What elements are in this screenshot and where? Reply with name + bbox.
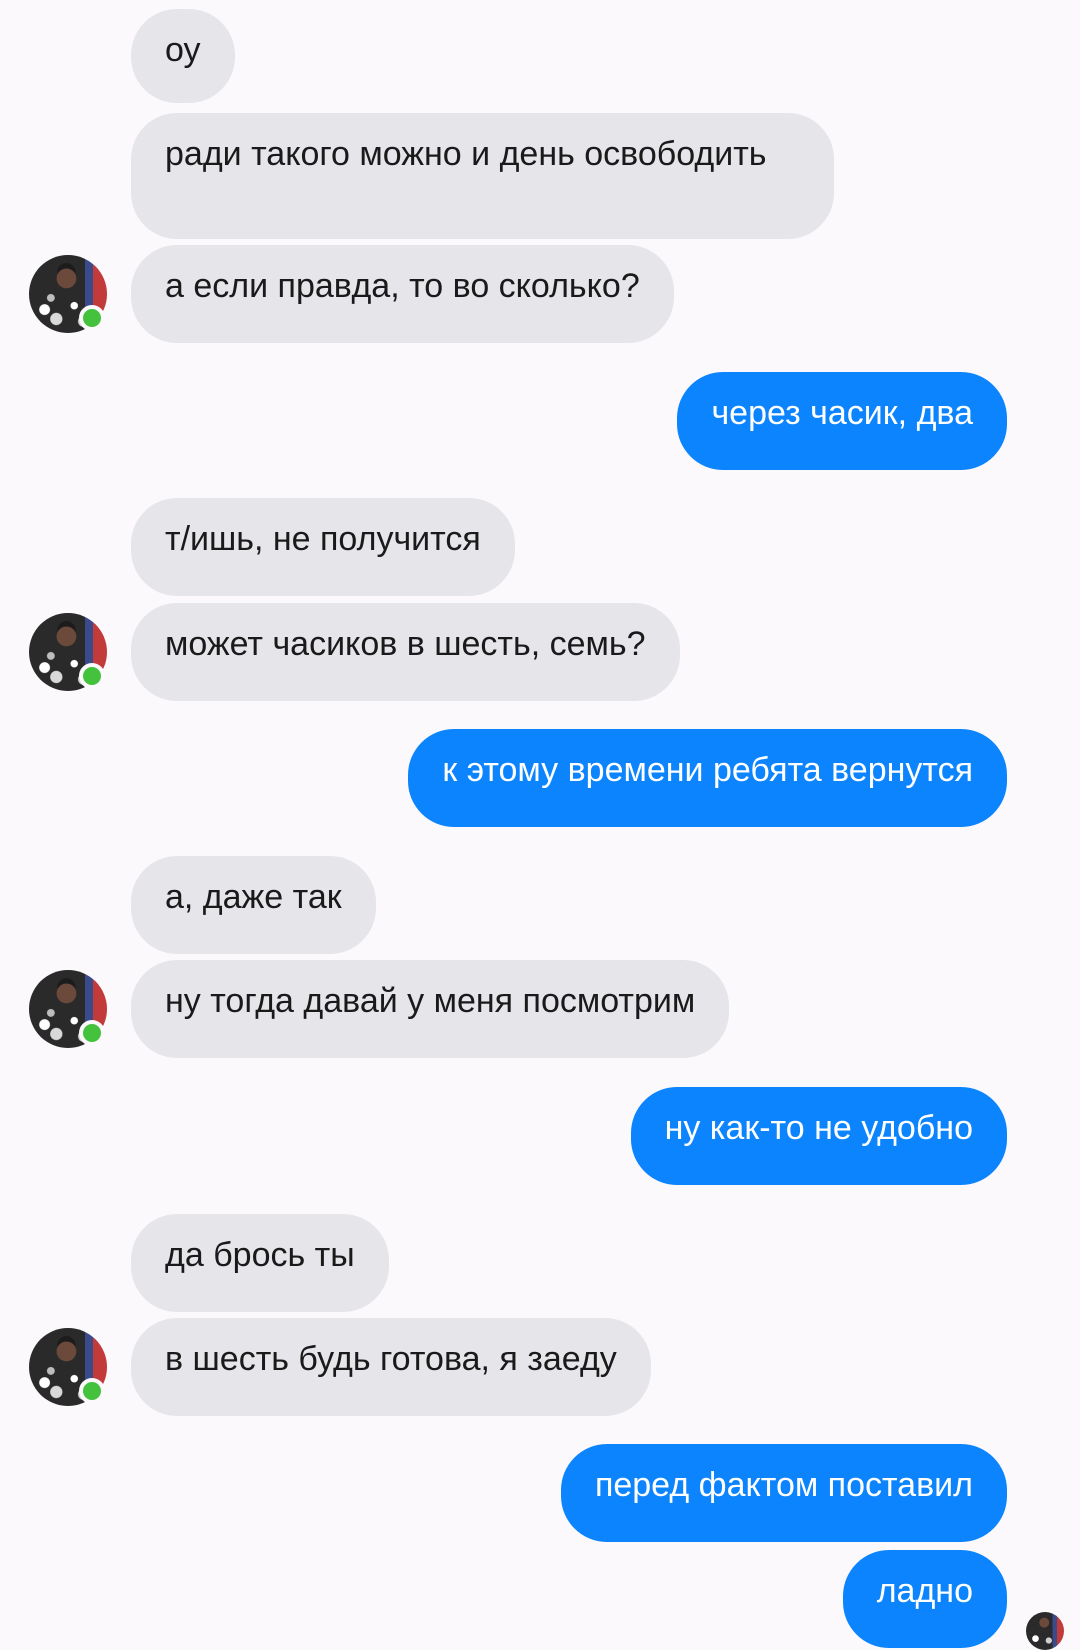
message-text: ради такого можно и день освободить xyxy=(165,135,767,173)
message-incoming[interactable]: а, даже так xyxy=(131,856,376,954)
message-text: а если правда, то во сколько? xyxy=(165,267,640,305)
contact-avatar[interactable] xyxy=(29,1328,107,1406)
message-outgoing[interactable]: к этому времени ребята вернутся xyxy=(408,729,1007,827)
message-outgoing[interactable]: перед фактом поставил xyxy=(560,1444,1007,1542)
message-text: через часик, два xyxy=(711,394,973,432)
message-incoming[interactable]: ради такого можно и день освободить xyxy=(131,113,834,239)
contact-avatar[interactable] xyxy=(29,970,107,1048)
online-indicator-icon xyxy=(79,1020,105,1046)
message-outgoing[interactable]: ладно xyxy=(842,1550,1007,1648)
online-indicator-icon xyxy=(79,663,105,689)
message-incoming[interactable]: т/ишь, не получится xyxy=(131,498,515,596)
message-incoming[interactable]: оу xyxy=(131,9,235,103)
message-thread[interactable]: оу ради такого можно и день освободить а… xyxy=(0,0,1080,1650)
contact-avatar[interactable] xyxy=(29,613,107,691)
message-incoming[interactable]: может часиков в шесть, семь? xyxy=(131,603,680,701)
message-text: оу xyxy=(165,31,201,69)
message-incoming[interactable]: в шесть будь готова, я заеду xyxy=(131,1318,651,1416)
message-text: да брось ты xyxy=(165,1236,355,1274)
message-incoming[interactable]: ну тогда давай у меня посмотрим xyxy=(131,960,730,1058)
message-text: в шесть будь готова, я заеду xyxy=(165,1340,617,1378)
message-outgoing[interactable]: ну как-то не удобно xyxy=(630,1087,1007,1185)
message-text: может часиков в шесть, семь? xyxy=(165,625,646,663)
message-text: ладно xyxy=(876,1572,973,1610)
message-text: к этому времени ребята вернутся xyxy=(442,751,973,789)
message-text: ну как-то не удобно xyxy=(664,1109,973,1147)
message-text: перед фактом поставил xyxy=(594,1466,973,1504)
online-indicator-icon xyxy=(79,305,105,331)
read-receipt-avatar-icon xyxy=(1026,1612,1064,1650)
message-text: ну тогда давай у меня посмотрим xyxy=(165,982,696,1020)
message-text: т/ишь, не получится xyxy=(165,520,481,558)
message-incoming[interactable]: а если правда, то во сколько? xyxy=(131,245,674,343)
message-text: а, даже так xyxy=(165,878,342,916)
online-indicator-icon xyxy=(79,1378,105,1404)
message-outgoing[interactable]: через часик, два xyxy=(677,372,1007,470)
contact-avatar[interactable] xyxy=(29,255,107,333)
message-incoming[interactable]: да брось ты xyxy=(131,1214,389,1312)
